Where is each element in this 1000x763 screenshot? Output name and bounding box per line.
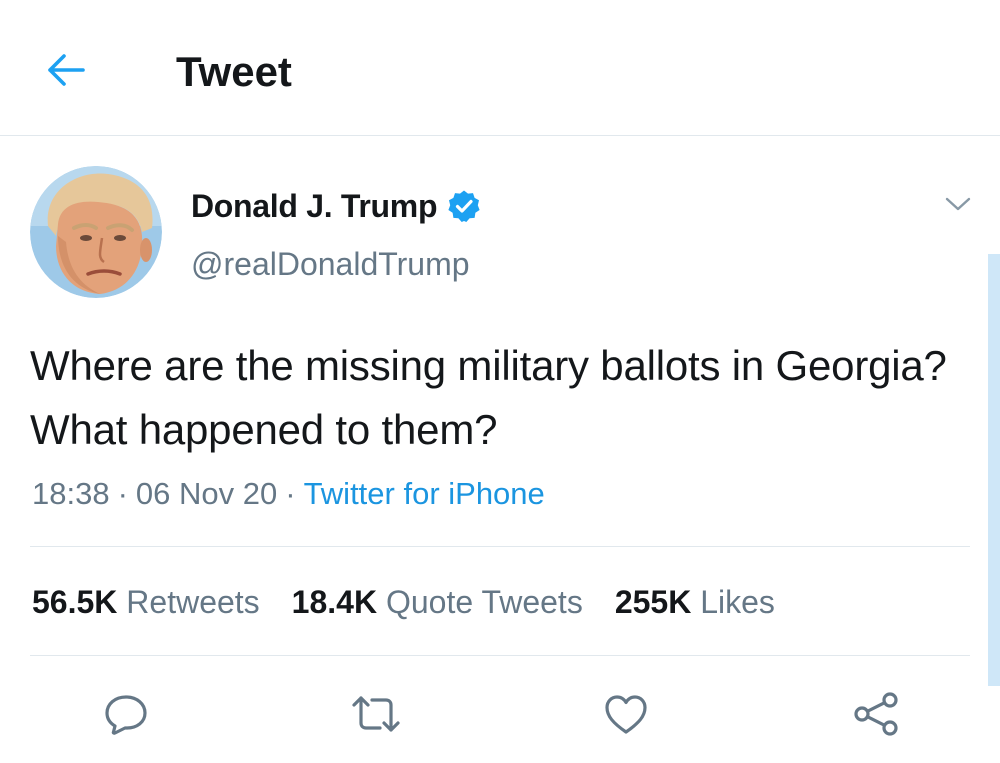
verified-badge-icon xyxy=(447,189,481,223)
page-title: Tweet xyxy=(176,48,292,95)
profile-photo xyxy=(30,166,162,298)
quote-tweets-label: Quote Tweets xyxy=(385,584,583,620)
author-name-row[interactable]: Donald J. Trump xyxy=(191,184,481,228)
back-button[interactable] xyxy=(40,44,92,96)
like-icon xyxy=(605,695,647,734)
retweet-icon xyxy=(352,696,400,732)
retweets-stat[interactable]: 56.5K Retweets xyxy=(32,580,260,624)
tweet-text: Where are the missing military ballots i… xyxy=(30,342,947,453)
tweet-stats: 56.5K Retweets 18.4K Quote Tweets 255K L… xyxy=(32,580,807,624)
quote-tweets-stat[interactable]: 18.4K Quote Tweets xyxy=(292,580,583,624)
meta-separator: · xyxy=(117,476,128,511)
scrollbar[interactable] xyxy=(988,254,1000,686)
retweet-button[interactable] xyxy=(348,690,404,738)
reply-icon xyxy=(105,695,147,735)
tweet-meta: 18:38 · 06 Nov 20 · Twitter for iPhone xyxy=(32,474,545,514)
share-button[interactable] xyxy=(848,690,904,738)
share-icon xyxy=(854,692,898,736)
meta-separator: · xyxy=(285,476,296,511)
quote-tweets-count: 18.4K xyxy=(291,584,378,620)
divider xyxy=(30,546,970,547)
like-button[interactable] xyxy=(598,690,654,738)
likes-count: 255K xyxy=(614,584,692,620)
tweet-detail-screen: Tweet Donald J. Trump @realDonaldTrump W… xyxy=(0,0,1000,763)
retweets-count: 56.5K xyxy=(32,584,118,620)
chevron-down-icon xyxy=(945,197,971,211)
likes-label: Likes xyxy=(700,584,775,620)
top-bar: Tweet xyxy=(0,0,1000,136)
more-options-button[interactable] xyxy=(938,186,978,222)
author-handle[interactable]: @realDonaldTrump xyxy=(191,244,470,284)
tweet-time: 18:38 xyxy=(32,476,110,511)
retweets-label: Retweets xyxy=(126,584,260,620)
arrow-left-icon xyxy=(48,54,85,86)
author-name: Donald J. Trump xyxy=(191,187,438,224)
tweet-source-link[interactable]: Twitter for iPhone xyxy=(304,476,545,511)
likes-stat[interactable]: 255K Likes xyxy=(615,580,775,624)
reply-button[interactable] xyxy=(98,690,154,738)
tweet-date: 06 Nov 20 xyxy=(135,476,278,511)
divider xyxy=(30,655,970,656)
avatar[interactable] xyxy=(30,166,162,298)
